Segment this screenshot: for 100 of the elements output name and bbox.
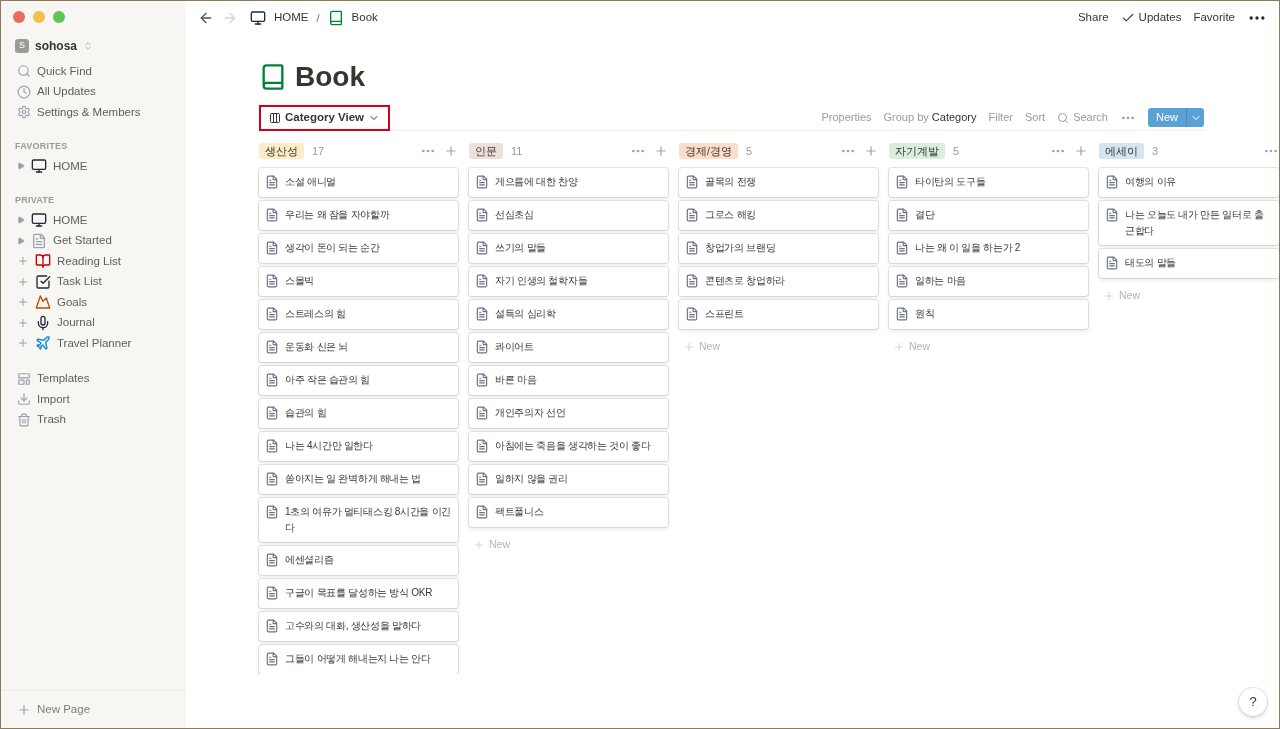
check-icon <box>1120 11 1135 25</box>
board-card[interactable]: 일하지 않을 권리 <box>469 465 668 494</box>
add-icon[interactable] <box>864 144 878 158</box>
board-card[interactable]: 아주 작은 습관의 힘 <box>259 366 458 395</box>
board-card[interactable]: 아침에는 죽음을 생각하는 것이 좋다 <box>469 432 668 461</box>
board-card[interactable]: 쓰기의 말들 <box>469 234 668 263</box>
board-card[interactable]: 설득의 심리학 <box>469 300 668 329</box>
favorite-button[interactable]: Favorite <box>1193 9 1235 27</box>
board-card[interactable]: 콘텐츠로 창업하라 <box>679 267 878 296</box>
page-icon <box>685 241 699 255</box>
card-title: 콘텐츠로 창업하라 <box>705 274 786 288</box>
board-card[interactable]: 바른 마음 <box>469 366 668 395</box>
switch-icon[interactable] <box>83 41 93 51</box>
board-card[interactable]: 고수와의 대화, 생산성을 말하다 <box>259 612 458 641</box>
board-card[interactable]: 개인주의자 선언 <box>469 399 668 428</box>
sidebar-item[interactable]: HOME <box>53 157 88 175</box>
sidebar-item[interactable]: HOME <box>53 211 88 229</box>
view-selector[interactable]: Category View <box>259 104 391 131</box>
board-card[interactable]: 골목의 전쟁 <box>679 168 878 197</box>
page-icon <box>895 208 909 222</box>
board-card[interactable]: 나는 오늘도 내가 만든 일터로 출근합다 <box>1099 201 1279 245</box>
board-card[interactable]: 태도의 말들 <box>1099 249 1279 278</box>
card-title: 게으름에 대한 찬양 <box>495 175 578 189</box>
page-icon <box>31 158 47 175</box>
board-card[interactable]: 창업가의 브랜딩 <box>679 234 878 263</box>
add-icon[interactable] <box>17 296 29 309</box>
sidebar-item[interactable]: Reading List <box>57 252 121 270</box>
board-card[interactable]: 선심초심 <box>469 201 668 230</box>
card-title: 원칙 <box>915 307 935 321</box>
sidebar-link[interactable]: All Updates <box>37 83 96 101</box>
board-card[interactable]: 1초의 여유가 멀티태스킹 8시간을 이긴다 <box>259 498 458 542</box>
board-card[interactable]: 나는 왜 이 일을 하는가 2 <box>889 234 1088 263</box>
sidebar-link[interactable]: Trash <box>37 411 66 429</box>
board-card[interactable]: 팩트풀니스 <box>469 498 668 527</box>
card-title: 고수와의 대화, 생산성을 말하다 <box>285 619 421 633</box>
add-icon[interactable] <box>17 316 29 329</box>
back-icon[interactable] <box>198 10 214 26</box>
search-icon <box>1057 111 1070 124</box>
page-icon <box>35 314 51 331</box>
expand-arrow-icon[interactable] <box>17 216 25 225</box>
add-icon[interactable] <box>17 255 29 268</box>
forward-icon[interactable] <box>222 10 238 26</box>
board-card[interactable]: 타이탄의 도구들 <box>889 168 1088 197</box>
add-icon[interactable] <box>1074 144 1088 158</box>
page-icon <box>685 274 699 288</box>
page-icon <box>895 307 909 321</box>
breadcrumb[interactable]: HOME <box>274 9 309 27</box>
expand-arrow-icon[interactable] <box>17 162 25 171</box>
sidebar-item[interactable]: Journal <box>57 314 95 332</box>
clock-icon <box>17 84 31 99</box>
card-title: 골목의 전쟁 <box>705 175 756 189</box>
breadcrumb[interactable]: Book <box>351 9 378 27</box>
sidebar-link[interactable]: Quick Find <box>37 62 92 80</box>
add-icon[interactable] <box>17 337 29 350</box>
workspace-avatar: S <box>15 39 29 53</box>
board-card[interactable]: 에센셜리즘 <box>259 546 458 575</box>
page-icon <box>685 175 699 189</box>
sidebar-item[interactable]: Task List <box>57 273 102 291</box>
add-icon[interactable] <box>654 144 668 158</box>
board-card[interactable]: 여행의 이유 <box>1099 168 1279 197</box>
sidebar-link[interactable]: Import <box>37 390 70 408</box>
expand-arrow-icon[interactable] <box>17 236 25 245</box>
board-card[interactable]: 소설 애니멀 <box>259 168 458 197</box>
page-icon <box>265 553 279 567</box>
board-card[interactable]: 구글이 목표를 달성하는 방식 OKR <box>259 579 458 608</box>
board-card[interactable]: 생각이 돈이 되는 순간 <box>259 234 458 263</box>
group-by-button[interactable]: Group by Category <box>883 109 977 126</box>
sidebar-item[interactable]: Travel Planner <box>57 334 132 352</box>
page-icon <box>1105 175 1119 189</box>
card-title: 아주 작은 습관의 힘 <box>285 373 371 387</box>
add-icon <box>893 340 905 353</box>
board-card[interactable]: 그들이 어떻게 해내는지 나는 안다 <box>259 645 458 674</box>
board-card[interactable]: 일하는 마음 <box>889 267 1088 296</box>
sidebar-link[interactable]: Settings & Members <box>37 103 141 121</box>
board-card[interactable]: 게으름에 대한 찬양 <box>469 168 668 197</box>
board-card[interactable]: 스프린트 <box>679 300 878 329</box>
new-page-link[interactable]: New Page <box>37 700 91 719</box>
sidebar-item[interactable]: Goals <box>57 293 88 311</box>
board-card[interactable]: 원칙 <box>889 300 1088 329</box>
share-button[interactable]: Share <box>1077 9 1109 27</box>
board-card[interactable]: 운동화 신은 뇌 <box>259 333 458 362</box>
board-card[interactable]: 콰이어트 <box>469 333 668 362</box>
board-card[interactable]: 스몰빅 <box>259 267 458 296</box>
board-card[interactable]: 그로스 해킹 <box>679 201 878 230</box>
board-card[interactable]: 우리는 왜 잠을 자야할까 <box>259 201 458 230</box>
board-card[interactable]: 자기 인생의 철학자들 <box>469 267 668 296</box>
board-card[interactable]: 습관의 힘 <box>259 399 458 428</box>
sidebar-link[interactable]: Templates <box>37 370 90 388</box>
help-button[interactable]: ? <box>1239 688 1267 716</box>
workspace-name[interactable]: sohosa <box>35 37 77 55</box>
add-icon[interactable] <box>444 144 458 158</box>
board-card[interactable]: 스트레스의 힘 <box>259 300 458 329</box>
board-card[interactable]: 나는 4시간만 일한다 <box>259 432 458 461</box>
card-title: 개인주의자 선언 <box>495 406 566 420</box>
updates-button[interactable]: Updates <box>1138 9 1182 27</box>
board-card[interactable]: 쏟아지는 일 완벽하게 해내는 법 <box>259 465 458 494</box>
sidebar-item[interactable]: Get Started <box>53 232 112 250</box>
page-icon <box>475 241 489 255</box>
add-icon[interactable] <box>17 275 29 288</box>
board-card[interactable]: 결단 <box>889 201 1088 230</box>
